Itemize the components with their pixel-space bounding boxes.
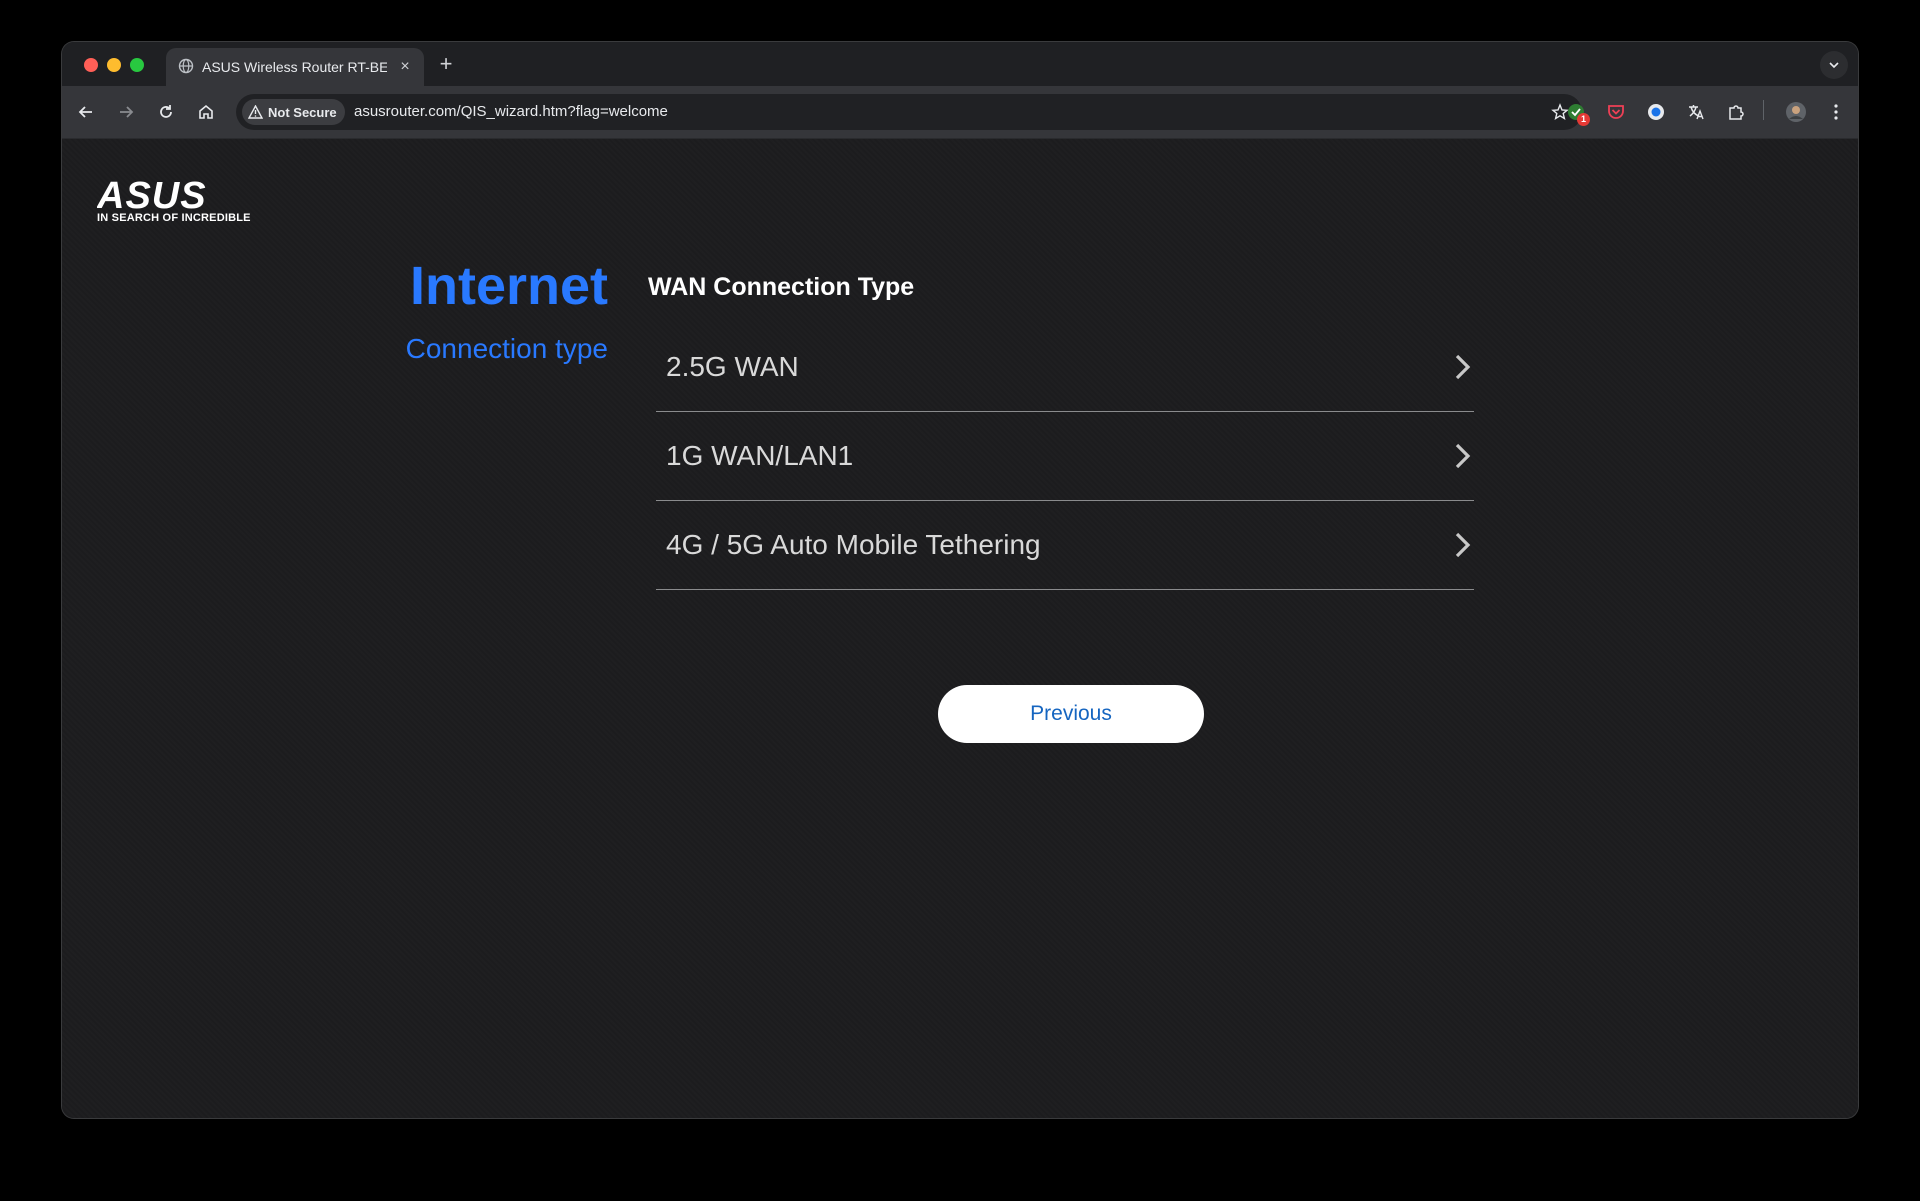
chevron-right-icon (1455, 354, 1471, 380)
tab-search-button[interactable] (1820, 51, 1848, 79)
warning-icon (248, 105, 263, 119)
close-tab-icon[interactable]: × (394, 56, 416, 78)
option-1g-wan-lan1[interactable]: 1G WAN/LAN1 (656, 412, 1474, 501)
more-vertical-icon (1834, 104, 1838, 120)
security-label: Not Secure (268, 104, 337, 120)
chevron-right-icon (1455, 443, 1471, 469)
globe-icon (178, 58, 194, 74)
browser-window: ASUS Wireless Router RT-BE × + Not Secur… (62, 42, 1858, 1118)
translate-extension-button[interactable] (1682, 98, 1710, 126)
option-mobile-tethering[interactable]: 4G / 5G Auto Mobile Tethering (656, 501, 1474, 590)
reload-button[interactable] (152, 98, 180, 126)
browser-menu-button[interactable] (1822, 98, 1850, 126)
close-window-button[interactable] (84, 58, 98, 72)
tab-title: ASUS Wireless Router RT-BE (202, 59, 387, 75)
minimize-window-button[interactable] (107, 58, 121, 72)
asus-tagline: IN SEARCH OF INCREDIBLE (97, 212, 251, 224)
previous-button-label: Previous (1030, 702, 1112, 725)
extension-badge: 1 (1577, 113, 1590, 126)
forward-button[interactable] (112, 98, 140, 126)
step-subtitle: Connection type (405, 333, 608, 364)
page-content: ASUS IN SEARCH OF INCREDIBLE Internet Co… (62, 139, 1858, 1118)
browser-toolbar: Not Secure asusrouter.com/QIS_wizard.htm… (62, 86, 1858, 139)
tab-strip: ASUS Wireless Router RT-BE × + (62, 42, 1858, 86)
vpn-extension-button[interactable] (1642, 98, 1670, 126)
chevron-right-icon (1455, 532, 1471, 558)
browser-tab[interactable]: ASUS Wireless Router RT-BE × (166, 48, 424, 86)
wan-options-list: 2.5G WAN 1G WAN/LAN1 4G / 5G Auto Mobile… (656, 323, 1474, 590)
vpn-icon (1648, 104, 1664, 120)
profile-button[interactable] (1782, 98, 1810, 126)
chevron-down-icon (1829, 62, 1839, 69)
back-button[interactable] (72, 98, 100, 126)
new-tab-button[interactable]: + (432, 50, 460, 78)
section-title: WAN Connection Type (648, 273, 915, 301)
pocket-icon (1608, 105, 1624, 119)
arrow-right-icon (120, 106, 134, 118)
translate-icon (1689, 105, 1704, 120)
option-2-5g-wan[interactable]: 2.5G WAN (656, 323, 1474, 412)
puzzle-icon (1729, 105, 1744, 120)
home-button[interactable] (192, 98, 220, 126)
address-bar[interactable]: Not Secure asusrouter.com/QIS_wizard.htm… (236, 94, 1582, 130)
avatar-icon (1786, 102, 1806, 122)
security-indicator[interactable]: Not Secure (242, 99, 345, 125)
arrow-left-icon (78, 106, 92, 118)
extension-green-button[interactable]: 1 (1562, 98, 1590, 126)
previous-button[interactable]: Previous (938, 685, 1204, 743)
url-text[interactable]: asusrouter.com/QIS_wizard.htm?flag=welco… (354, 103, 668, 120)
maximize-window-button[interactable] (130, 58, 144, 72)
option-label: 4G / 5G Auto Mobile Tethering (666, 529, 1041, 560)
pocket-button[interactable] (1602, 98, 1630, 126)
reload-icon (160, 105, 172, 118)
option-label: 1G WAN/LAN1 (666, 440, 854, 471)
asus-logo-text: ASUS (97, 175, 207, 217)
toolbar-divider (1763, 100, 1764, 120)
home-icon (199, 104, 213, 119)
step-title: Internet (409, 256, 608, 316)
option-label: 2.5G WAN (666, 351, 799, 382)
extensions-button[interactable] (1722, 98, 1750, 126)
